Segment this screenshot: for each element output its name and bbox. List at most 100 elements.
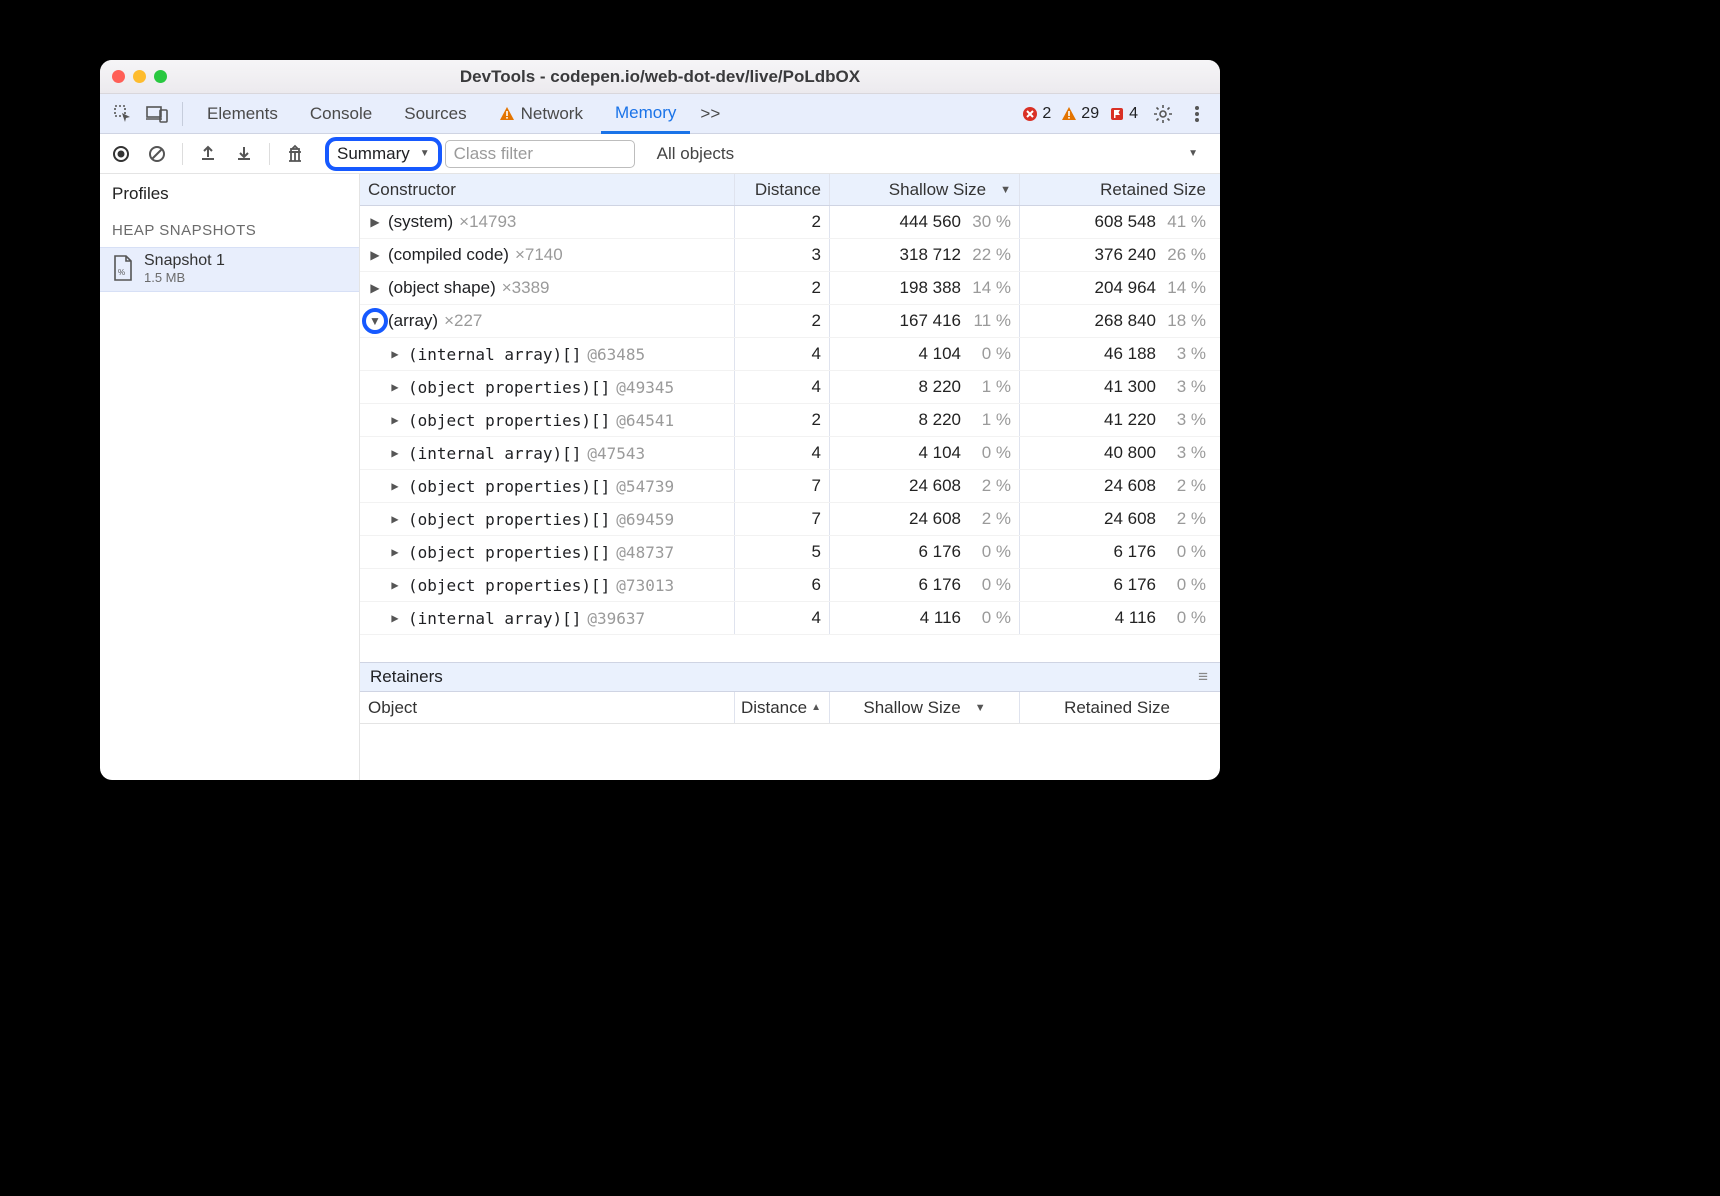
zoom-window-button[interactable] xyxy=(154,70,167,83)
view-mode-select[interactable]: Summary ▼ xyxy=(328,140,439,168)
expand-arrow-icon[interactable]: ▶ xyxy=(388,413,402,427)
import-icon[interactable] xyxy=(229,139,259,169)
constructor-row[interactable]: ▶(object shape) ×33892198 38814 %204 964… xyxy=(360,272,1220,305)
ret-col-shallow[interactable]: Shallow Size xyxy=(830,692,1020,723)
row-name: (internal array)[] xyxy=(408,609,581,628)
object-row[interactable]: ▶(object properties)[] @4873756 1760 %6 … xyxy=(360,536,1220,569)
row-retained: 6 176 xyxy=(1113,542,1156,562)
row-shallow-pct: 11 % xyxy=(967,311,1011,331)
row-count: ×14793 xyxy=(459,212,516,232)
row-distance: 7 xyxy=(812,476,821,496)
ret-col-distance[interactable]: Distance xyxy=(735,692,830,723)
tab-memory[interactable]: Memory xyxy=(601,94,690,134)
device-toolbar-icon[interactable] xyxy=(142,99,172,129)
tab-sources[interactable]: Sources xyxy=(390,94,480,133)
row-shallow-pct: 1 % xyxy=(967,377,1011,397)
expand-arrow-icon[interactable]: ▶ xyxy=(368,281,382,295)
object-row[interactable]: ▶(object properties)[] @7301366 1760 %6 … xyxy=(360,569,1220,602)
row-retained-pct: 0 % xyxy=(1162,608,1206,628)
minimize-window-button[interactable] xyxy=(133,70,146,83)
row-shallow: 318 712 xyxy=(900,245,961,265)
row-shallow-pct: 22 % xyxy=(967,245,1011,265)
warning-count[interactable]: 29 xyxy=(1061,105,1099,123)
ret-col-retained[interactable]: Retained Size xyxy=(1020,692,1220,723)
row-retained-pct: 3 % xyxy=(1162,443,1206,463)
row-shallow: 444 560 xyxy=(900,212,961,232)
class-filter-input[interactable]: Class filter xyxy=(445,140,635,168)
tabs-overflow[interactable]: >> xyxy=(694,94,726,133)
warning-icon xyxy=(499,106,515,122)
object-row[interactable]: ▶(object properties)[] @54739724 6082 %2… xyxy=(360,470,1220,503)
row-shallow-pct: 30 % xyxy=(967,212,1011,232)
row-retained: 46 188 xyxy=(1104,344,1156,364)
expand-arrow-icon[interactable]: ▶ xyxy=(388,611,402,625)
row-name: (object properties)[] xyxy=(408,576,610,595)
expand-arrow-icon[interactable]: ▶ xyxy=(368,215,382,229)
row-distance: 5 xyxy=(812,542,821,562)
row-name: (object properties)[] xyxy=(408,411,610,430)
expand-arrow-icon[interactable]: ▶ xyxy=(388,347,402,361)
row-object-id: @47543 xyxy=(587,444,645,463)
object-row[interactable]: ▶(internal array)[] @4754344 1040 %40 80… xyxy=(360,437,1220,470)
error-icon xyxy=(1022,106,1038,122)
object-row[interactable]: ▶(object properties)[] @6454128 2201 %41… xyxy=(360,404,1220,437)
row-name: (array) xyxy=(388,311,438,331)
collapse-arrow-icon[interactable]: ▼ xyxy=(368,314,382,328)
tab-elements[interactable]: Elements xyxy=(193,94,292,133)
tab-console[interactable]: Console xyxy=(296,94,386,133)
constructor-row[interactable]: ▶(compiled code) ×71403318 71222 %376 24… xyxy=(360,239,1220,272)
constructor-row[interactable]: ▶(system) ×147932444 56030 %608 54841 % xyxy=(360,206,1220,239)
close-window-button[interactable] xyxy=(112,70,125,83)
expand-arrow-icon[interactable]: ▶ xyxy=(388,545,402,559)
row-shallow-pct: 2 % xyxy=(967,509,1011,529)
object-row[interactable]: ▶(object properties)[] @69459724 6082 %2… xyxy=(360,503,1220,536)
row-distance: 4 xyxy=(812,344,821,364)
row-retained: 41 220 xyxy=(1104,410,1156,430)
expand-arrow-icon[interactable]: ▶ xyxy=(388,479,402,493)
object-filter-select[interactable]: All objects ▼ xyxy=(641,144,1214,164)
expand-arrow-icon[interactable]: ▶ xyxy=(388,578,402,592)
collect-garbage-icon[interactable] xyxy=(280,139,310,169)
row-shallow: 8 220 xyxy=(918,377,961,397)
row-shallow-pct: 0 % xyxy=(967,608,1011,628)
col-retained[interactable]: Retained Size xyxy=(1020,174,1220,205)
retainers-menu-icon[interactable]: ≡ xyxy=(1198,667,1210,687)
row-retained-pct: 0 % xyxy=(1162,575,1206,595)
col-distance[interactable]: Distance xyxy=(735,174,830,205)
constructor-row[interactable]: ▼(array) ×2272167 41611 %268 84018 % xyxy=(360,305,1220,338)
row-retained-pct: 3 % xyxy=(1162,377,1206,397)
snapshot-item[interactable]: % Snapshot 1 1.5 MB xyxy=(100,247,359,292)
clear-button[interactable] xyxy=(142,139,172,169)
row-name: (object properties)[] xyxy=(408,378,610,397)
row-retained-pct: 0 % xyxy=(1162,542,1206,562)
row-retained-pct: 14 % xyxy=(1162,278,1206,298)
row-shallow-pct: 2 % xyxy=(967,476,1011,496)
col-shallow[interactable]: Shallow Size xyxy=(830,174,1020,205)
inspect-element-icon[interactable] xyxy=(108,99,138,129)
settings-icon[interactable] xyxy=(1148,99,1178,129)
export-icon[interactable] xyxy=(193,139,223,169)
expand-arrow-icon[interactable]: ▶ xyxy=(388,512,402,526)
row-count: ×3389 xyxy=(502,278,550,298)
retainers-header: Retainers ≡ xyxy=(360,662,1220,692)
object-row[interactable]: ▶(internal array)[] @6348544 1040 %46 18… xyxy=(360,338,1220,371)
expand-arrow-icon[interactable]: ▶ xyxy=(388,380,402,394)
main-area: Profiles HEAP SNAPSHOTS % Snapshot 1 1.5… xyxy=(100,174,1220,780)
expand-arrow-icon[interactable]: ▶ xyxy=(388,446,402,460)
error-count[interactable]: 2 xyxy=(1022,105,1051,123)
issues-count[interactable]: 4 xyxy=(1109,105,1138,123)
record-button[interactable] xyxy=(106,139,136,169)
row-distance: 4 xyxy=(812,377,821,397)
tab-network[interactable]: Network xyxy=(485,94,597,133)
row-distance: 4 xyxy=(812,608,821,628)
kebab-menu-icon[interactable] xyxy=(1182,99,1212,129)
object-row[interactable]: ▶(internal array)[] @3963744 1160 %4 116… xyxy=(360,602,1220,635)
object-row[interactable]: ▶(object properties)[] @4934548 2201 %41… xyxy=(360,371,1220,404)
expand-arrow-icon[interactable]: ▶ xyxy=(368,248,382,262)
row-retained-pct: 2 % xyxy=(1162,509,1206,529)
ret-col-object[interactable]: Object xyxy=(360,692,735,723)
retainers-grid: Object Distance Shallow Size Retained Si… xyxy=(360,692,1220,780)
grid-header: Constructor Distance Shallow Size Retain… xyxy=(360,174,1220,206)
col-constructor[interactable]: Constructor xyxy=(360,174,735,205)
panel-tabstrip: Elements Console Sources Network Memory … xyxy=(100,94,1220,134)
